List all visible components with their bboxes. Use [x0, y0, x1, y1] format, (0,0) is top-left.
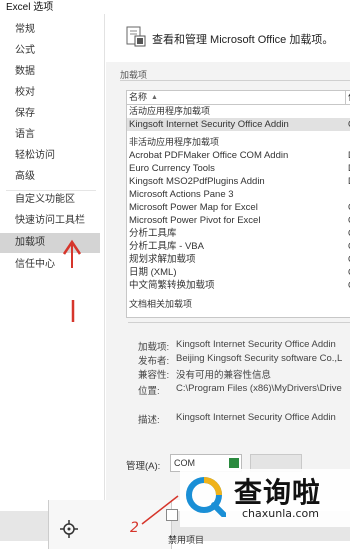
- sidebar-item-accessibility[interactable]: 轻松访问: [0, 146, 100, 166]
- section-divider: [120, 80, 350, 81]
- sidebar-item-data[interactable]: 数据: [0, 62, 100, 82]
- sidebar-item-formulas[interactable]: 公式: [0, 41, 100, 61]
- sidebar-item-customize-ribbon[interactable]: 自定义功能区: [0, 190, 100, 210]
- column-header-name[interactable]: 名称: [129, 91, 147, 104]
- addin-details: 加载项: Kingsoft Internet Security Office A…: [126, 322, 350, 452]
- addins-list-header: 名称 ▲ 位: [127, 91, 350, 105]
- table-row[interactable]: Microsoft Actions Pane 3: [129, 188, 347, 201]
- table-row[interactable]: Kingsoft Internet Security Office Addin: [127, 118, 350, 131]
- detail-value-description: Kingsoft Internet Security Office Addin: [176, 412, 336, 423]
- detail-value-compatibility: 没有可用的兼容性信息: [176, 370, 272, 381]
- watermark-brand: 查询啦: [234, 476, 322, 509]
- table-row[interactable]: 分析工具库 - VBA: [129, 240, 347, 253]
- detail-value-location: C:\Program Files (x86)\MyDrivers\Drive: [176, 383, 342, 394]
- options-sidebar: 常规 公式 数据 校对 保存 语言 轻松访问 高级 自定义功能区 快速访问工具栏…: [0, 14, 105, 500]
- table-row[interactable]: Euro Currency Tools: [129, 162, 347, 175]
- group-label-document: 文档相关加载项: [129, 299, 193, 309]
- table-row[interactable]: 日期 (XML): [129, 266, 347, 279]
- disabled-items-checkbox[interactable]: [166, 509, 178, 521]
- details-divider: [128, 322, 350, 323]
- annotation-mark-2: 2: [130, 520, 139, 536]
- manage-select-value: COM: [174, 458, 195, 468]
- table-row[interactable]: Kingsoft MSO2PdfPlugins Addin: [129, 175, 347, 188]
- sidebar-item-addins[interactable]: 加载项: [0, 233, 100, 253]
- addins-list[interactable]: 名称 ▲ 位 活动应用程序加载项 Kingsoft Internet Secur…: [126, 90, 350, 318]
- window-title: Excel 选项: [6, 2, 54, 13]
- sidebar-item-general[interactable]: 常规: [0, 20, 100, 40]
- sidebar-item-language[interactable]: 语言: [0, 125, 100, 145]
- watermark: 查询啦 chaxunla.com: [180, 469, 350, 527]
- group-label-active: 活动应用程序加载项: [129, 106, 211, 116]
- manage-label: 管理(A):: [126, 461, 161, 472]
- group-label-inactive: 非活动应用程序加载项: [129, 137, 220, 147]
- detail-label-description: 描述:: [138, 415, 160, 426]
- addins-page-icon: [126, 26, 146, 47]
- table-row[interactable]: Microsoft Power Map for Excel: [129, 201, 347, 214]
- annotation-mark-1: 1: [20, 300, 21, 301]
- sidebar-item-trust-center[interactable]: 信任中心: [0, 255, 100, 275]
- table-row[interactable]: Microsoft Power Pivot for Excel: [129, 214, 347, 227]
- magnifier-logo-icon: [186, 477, 226, 517]
- row-name: Kingsoft Internet Security Office Addin: [129, 119, 289, 130]
- detail-label-publisher: 发布者:: [138, 356, 170, 367]
- column-divider[interactable]: [345, 91, 346, 104]
- detail-value-publisher: Beijing Kingsoft Security software Co.,L: [176, 353, 343, 364]
- sidebar-item-quick-access-toolbar[interactable]: 快速访问工具栏: [0, 211, 100, 231]
- sort-up-icon: ▲: [151, 94, 158, 101]
- sidebar-item-advanced[interactable]: 高级: [0, 167, 100, 187]
- disabled-items-label: 禁用项目: [168, 535, 205, 545]
- addins-panel: 查看和管理 Microsoft Office 加载项。 加载项 名称 ▲ 位 活…: [106, 14, 350, 500]
- detail-label-addin: 加载项:: [138, 342, 170, 353]
- detail-label-compatibility: 兼容性:: [138, 370, 170, 381]
- panel-heading: 查看和管理 Microsoft Office 加载项。: [152, 34, 334, 46]
- chevron-down-icon: [229, 458, 239, 468]
- title-bar: Excel 选项: [0, 0, 350, 14]
- table-row[interactable]: 中文简繁转换加载项: [129, 279, 347, 292]
- crosshair-icon: [60, 520, 78, 538]
- sidebar-item-proofing[interactable]: 校对: [0, 83, 100, 103]
- table-row[interactable]: 分析工具库: [129, 227, 347, 240]
- detail-value-addin: Kingsoft Internet Security Office Addin: [176, 339, 336, 350]
- sidebar-item-save[interactable]: 保存: [0, 104, 100, 124]
- table-row[interactable]: Acrobat PDFMaker Office COM Addin: [129, 149, 347, 162]
- detail-label-location: 位置:: [138, 386, 160, 397]
- panel-header: 查看和管理 Microsoft Office 加载项。: [106, 14, 350, 62]
- table-row[interactable]: 规划求解加载项: [129, 253, 347, 266]
- watermark-domain: chaxunla.com: [242, 507, 319, 520]
